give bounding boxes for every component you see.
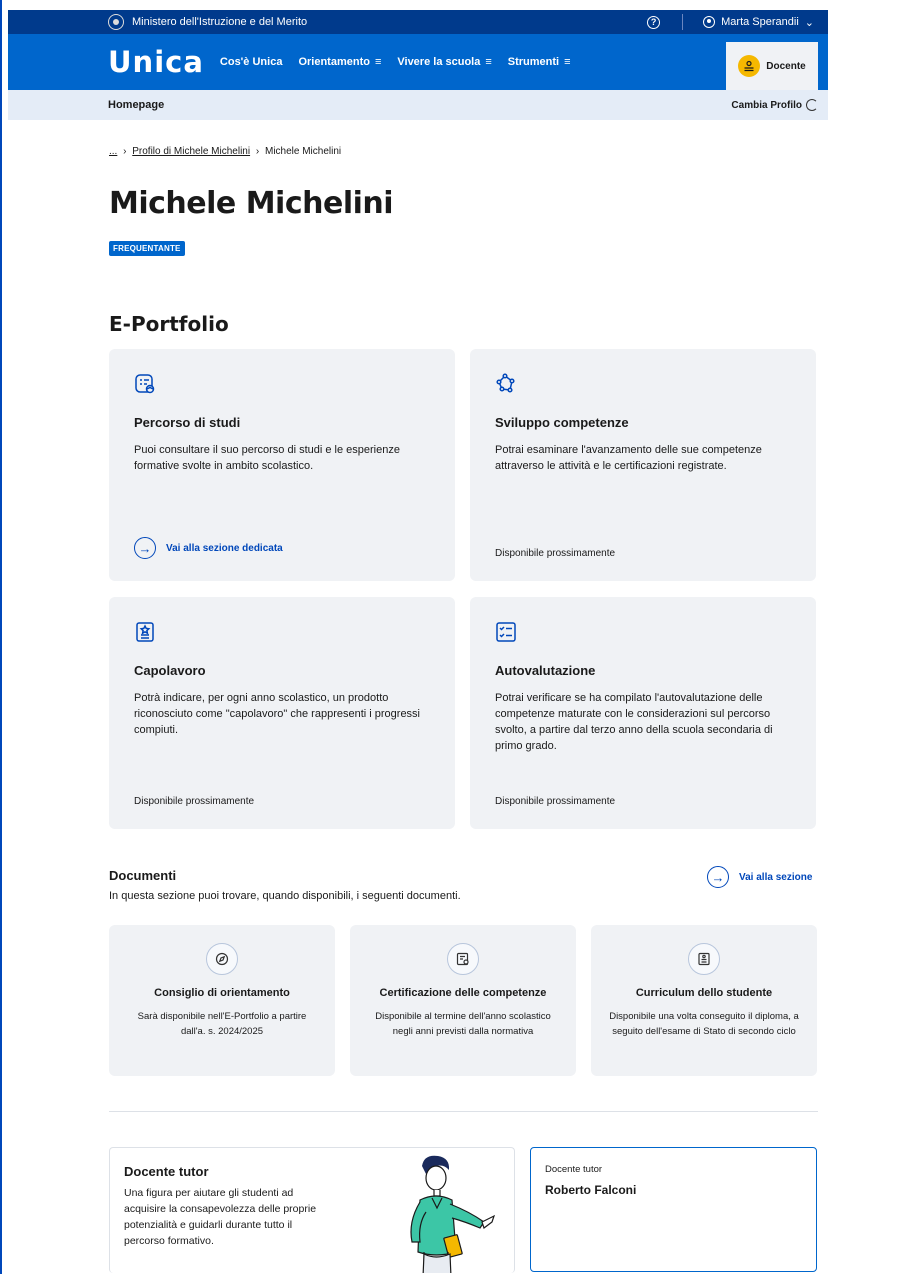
doc-description: Disponibile una volta conseguito il dipl…: [609, 1011, 799, 1037]
nav-item-vivere-la-scuola[interactable]: Vivere la scuola ≡: [397, 56, 491, 68]
card-description: Puoi consultare il suo percorso di studi…: [134, 444, 400, 472]
doc-description: Disponibile al termine dell'anno scolast…: [375, 1011, 551, 1037]
ministry-link[interactable]: Ministero dell'Istruzione e del Merito: [132, 16, 647, 28]
go-to-section-link[interactable]: → Vai alla sezione dedicata: [134, 537, 283, 559]
section-title-eportfolio: E-Portfolio: [109, 312, 229, 336]
card-percorso-di-studi: Percorso di studi Puoi consultare il suo…: [109, 349, 455, 581]
document-icon: [688, 943, 720, 975]
arrow-right-icon: →: [707, 866, 729, 888]
compass-icon: [206, 943, 238, 975]
left-edge-border: [0, 0, 2, 1274]
documents-section-link[interactable]: → Vai alla sezione: [707, 866, 812, 888]
arrow-right-icon: →: [134, 537, 156, 559]
status-badge: FREQUENTANTE: [109, 241, 185, 256]
documents-subtitle: In questa sezione puoi trovare, quando d…: [109, 890, 461, 902]
availability-label: Disponibile prossimamente: [495, 796, 616, 807]
nav-item-label: Orientamento: [298, 56, 370, 68]
section-divider: [109, 1111, 818, 1112]
help-circle-icon[interactable]: ?: [647, 15, 661, 29]
chevron-down-icon: ⌄: [804, 16, 814, 29]
documents-link-label: Vai alla sezione: [739, 871, 813, 883]
breadcrumb-current: Michele Michelini: [264, 146, 342, 157]
unica-logo[interactable]: Unica: [108, 45, 204, 79]
card-title: Sviluppo competenze: [495, 415, 629, 430]
chevron-right-icon: ›: [255, 146, 260, 157]
user-icon: [703, 16, 716, 28]
menu-icon: ≡: [374, 56, 382, 68]
availability-note: Disponibile prossimamente: [495, 796, 615, 807]
tutor-card-description: Una figura per aiutare gli studenti ad a…: [124, 1187, 317, 1247]
doc-title: Curriculum dello studente: [635, 987, 773, 999]
switch-profile-button[interactable]: Cambia Profilo: [731, 99, 818, 111]
breadcrumb-ellipsis[interactable]: ...: [109, 146, 117, 157]
doc-card-certificazione-competenze: Certificazione delle competenze Disponib…: [350, 925, 576, 1076]
ministry-bar: Ministero dell'Istruzione e del Merito ?…: [8, 10, 828, 34]
chevron-right-icon: ›: [123, 146, 127, 157]
menu-icon: ≡: [564, 56, 571, 68]
doc-card-consiglio-orientamento: Consiglio di orientamento Sarà disponibi…: [109, 925, 335, 1076]
card-description: Potrai verificare se ha compilato l'auto…: [495, 692, 773, 752]
page-title: Michele Michelini: [109, 186, 394, 221]
masterpiece-award-icon: [134, 621, 156, 643]
card-autovalutazione: Autovalutazione Potrai verificare se ha …: [470, 597, 816, 829]
profile-tab-docente[interactable]: Docente: [726, 42, 818, 90]
study-path-icon: [134, 373, 156, 395]
breadcrumb: ... › Profilo di Michele Michelini › Mic…: [109, 146, 341, 157]
doc-title: Certificazione delle competenze: [379, 987, 547, 999]
user-menu[interactable]: Marta Sperandii ⌄: [703, 16, 814, 29]
doc-card-curriculum-studente: Curriculum dello studente Disponibile un…: [591, 925, 817, 1076]
profile-tab-label: Docente: [766, 60, 806, 72]
availability-label: Disponibile prossimamente: [495, 548, 616, 559]
topbar-separator: [682, 14, 684, 30]
teacher-icon: [738, 55, 761, 77]
doc-description: Sarà disponibile nell'E-Portfolio a part…: [137, 1011, 307, 1037]
nav-item-cose-unica[interactable]: Cos'è Unica: [220, 56, 283, 68]
card-sviluppo-competenze: Sviluppo competenze Potrai esaminare l'a…: [470, 349, 816, 581]
main-navbar: Unica Cos'è Unica Orientamento ≡ Vivere …: [8, 34, 828, 90]
certificate-icon: [447, 943, 479, 975]
republic-emblem-icon: [108, 14, 124, 30]
doc-title: Consiglio di orientamento: [154, 987, 290, 999]
nav-item-orientamento[interactable]: Orientamento ≡: [298, 56, 381, 68]
tutor-name-card: Docente tutor Roberto Falconi: [530, 1147, 817, 1272]
nav-item-strumenti[interactable]: Strumenti ≡: [508, 56, 571, 68]
menu-icon: ≡: [485, 56, 492, 68]
homepage-link[interactable]: Homepage: [108, 99, 731, 111]
nav-item-label: Strumenti: [507, 56, 560, 68]
sub-bar: Homepage Cambia Profilo: [8, 90, 828, 120]
switch-profile-icon: [806, 99, 818, 111]
card-title: Percorso di studi: [134, 415, 241, 430]
switch-profile-label: Cambia Profilo: [731, 99, 802, 111]
card-title: Capolavoro: [134, 663, 206, 678]
tutor-name: Roberto Falconi: [545, 1183, 637, 1197]
tutor-info-card: Docente tutor Una figura per aiutare gli…: [109, 1147, 515, 1273]
documents-title: Documenti: [109, 868, 177, 883]
nav-item-label: Cos'è Unica: [219, 56, 283, 68]
user-name: Marta Sperandii: [721, 16, 799, 28]
availability-label: Disponibile prossimamente: [134, 796, 255, 807]
nav-item-label: Vivere la scuola: [397, 56, 481, 68]
availability-note: Disponibile prossimamente: [495, 548, 615, 559]
breadcrumb-parent[interactable]: Profilo di Michele Michelini: [132, 146, 250, 157]
card-title: Autovalutazione: [495, 663, 596, 678]
tutor-illustration-icon: [410, 1155, 496, 1273]
card-capolavoro: Capolavoro Potrà indicare, per ogni anno…: [109, 597, 455, 829]
card-description: Potrai esaminare l'avanzamento delle sue…: [495, 444, 762, 472]
checklist-icon: [495, 621, 517, 643]
card-description: Potrà indicare, per ogni anno scolastico…: [134, 692, 421, 736]
card-cta-label: Vai alla sezione dedicata: [166, 542, 283, 554]
skills-graph-icon: [495, 373, 517, 395]
availability-note: Disponibile prossimamente: [134, 796, 254, 807]
tutor-label: Docente tutor: [545, 1164, 603, 1175]
